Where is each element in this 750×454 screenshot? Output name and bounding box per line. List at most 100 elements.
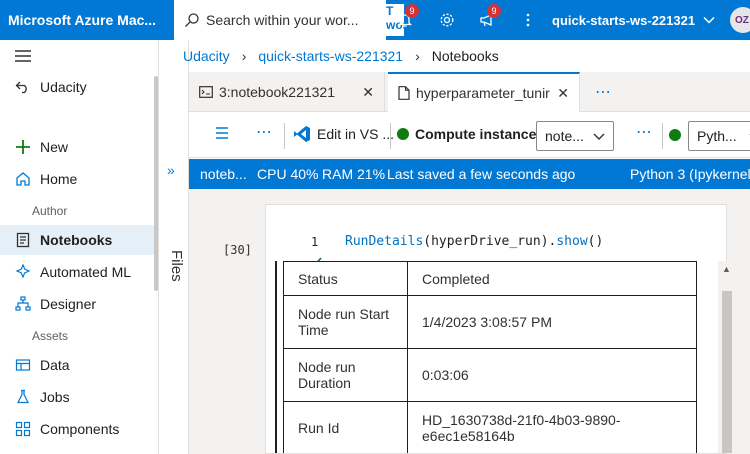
nav-label-home: Home [40, 171, 78, 187]
nav-label-notebooks: Notebooks [40, 232, 113, 248]
files-rail: » Files [158, 40, 189, 454]
breadcrumb-separator: › [241, 48, 247, 64]
nav-item-new[interactable]: New [0, 132, 154, 162]
menu-icon[interactable] [215, 126, 229, 145]
divider [662, 123, 663, 149]
hamburger-button[interactable] [0, 41, 154, 71]
kernel-select[interactable]: Pyth... [688, 121, 750, 151]
left-nav: Udacity New Home Author Notebooks Automa… [0, 40, 158, 454]
status-ram: RAM 21% [322, 166, 386, 182]
search-box[interactable]: Search within your wor... [174, 0, 386, 40]
avatar[interactable]: OZ [730, 7, 750, 33]
more-vertical-icon [526, 13, 530, 27]
breadcrumb-udacity[interactable]: Udacity [183, 48, 230, 64]
home-icon [14, 170, 32, 188]
search-icon [185, 13, 199, 27]
status-cpu: CPU 40% [257, 166, 319, 182]
table-cell-value: Completed [407, 261, 697, 296]
notifications-badge: 9 [405, 4, 419, 18]
nav-item-home[interactable]: Home [0, 164, 154, 194]
feedback-badge: 9 [487, 4, 501, 18]
code-paren: ( [423, 234, 432, 249]
tab-label: hyperparameter_tunir [416, 85, 550, 101]
tab-notebook221321[interactable]: 3:notebook221321 ✕ [189, 72, 385, 112]
designer-icon [14, 295, 32, 313]
nav-item-jobs[interactable]: Jobs [0, 382, 154, 412]
line-number: 1 [311, 235, 319, 249]
execution-count: [30] [223, 243, 252, 257]
table-row: Node run Start Time 1/4/2023 3:08:57 PM [283, 295, 697, 349]
table-cell-value: HD_1630738d-21f0-4b03-9890-e6ec1e58164b [407, 401, 697, 453]
nav-item-designer[interactable]: Designer [0, 289, 154, 319]
more-options-button[interactable] [508, 0, 548, 40]
nav-label-data: Data [40, 357, 70, 373]
top-bar: Microsoft Azure Mac... Search within you… [0, 0, 750, 40]
nav-item-data[interactable]: Data [0, 350, 154, 380]
compute-instance-select[interactable]: note... [536, 121, 614, 151]
hamburger-icon [15, 50, 31, 62]
nav-label-components: Components [40, 421, 120, 437]
tab-hyperparameter-tuning[interactable]: hyperparameter_tunir ✕ [388, 72, 580, 112]
files-tab[interactable]: Files [168, 250, 185, 282]
breadcrumb-workspace[interactable]: quick-starts-ws-221321 [258, 48, 403, 64]
kernel-status-icon [669, 129, 681, 141]
status-bar: noteb... CPU 40% RAM 21% Last saved a fe… [189, 159, 750, 189]
breadcrumb: Udacity › quick-starts-ws-221321 › Noteb… [183, 46, 499, 66]
status-saved: Last saved a few seconds ago [387, 166, 576, 182]
data-icon [14, 356, 32, 374]
cell-output: Status Completed Node run Start Time 1/4… [275, 261, 736, 453]
back-icon [14, 78, 32, 96]
compute-value: note... [545, 128, 584, 144]
notebook-icon [14, 231, 32, 249]
nav-label-jobs: Jobs [40, 389, 70, 405]
section-assets: Assets [32, 329, 69, 343]
plus-icon [14, 138, 32, 156]
table-cell-key: Status [283, 261, 408, 296]
expand-files-icon[interactable]: » [167, 162, 175, 178]
more-compute-icon[interactable]: ⋯ [636, 122, 653, 142]
back-to-udacity[interactable]: Udacity [0, 72, 154, 102]
close-icon[interactable]: ✕ [362, 84, 374, 101]
edit-in-vscode-button[interactable]: Edit in VS ... [293, 125, 394, 143]
tab-label: 3:notebook221321 [219, 84, 335, 100]
section-author: Author [32, 204, 68, 218]
more-tabs-icon[interactable]: ⋯ [595, 82, 612, 102]
chevron-down-icon [593, 133, 605, 140]
status-kernel[interactable]: Python 3 (Ipykernel [630, 166, 750, 182]
table-cell-key: Node run Duration [283, 348, 408, 402]
scroll-up-icon[interactable]: ▲ [722, 264, 731, 274]
code-argument: hyperDrive_run [431, 234, 541, 249]
nav-item-notebooks[interactable]: Notebooks [0, 225, 154, 255]
table-cell-key: Run Id [283, 401, 408, 453]
notebook-file-icon [398, 86, 410, 100]
table-cell-key: Node run Start Time [283, 295, 408, 349]
nav-label-new: New [40, 139, 69, 155]
settings-button[interactable] [427, 0, 467, 40]
divider [390, 123, 391, 149]
components-icon [14, 420, 32, 438]
table-row: Status Completed [283, 261, 697, 296]
scrollbar-thumb[interactable] [722, 291, 732, 453]
notebook-area: [30] 1 RunDetails(hyperDrive_run).show()… [189, 189, 750, 454]
nav-label-automated-ml: Automated ML [40, 264, 132, 280]
code-method: show [556, 234, 588, 249]
run-details-table: Status Completed Node run Start Time 1/4… [283, 261, 697, 453]
notebook-file-icon [199, 86, 213, 98]
nav-item-automated-ml[interactable]: Automated ML [0, 257, 154, 287]
code-line[interactable]: RunDetails(hyperDrive_run).show() [345, 234, 603, 249]
app-title[interactable]: Microsoft Azure Mac... [0, 12, 173, 28]
workspace-selector[interactable]: quick-starts-ws-221321 [552, 0, 715, 40]
close-icon[interactable]: ✕ [557, 85, 569, 102]
edit-label: Edit in VS ... [317, 126, 395, 142]
notifications-button[interactable]: 9 [385, 0, 425, 40]
jobs-icon [14, 388, 32, 406]
notebook-toolbar: ⋯ Edit in VS ... Compute instance: note.… [189, 113, 750, 158]
code-function: RunDetails [345, 234, 424, 249]
back-label: Udacity [40, 79, 87, 95]
compute-instance-label: Compute instance: [397, 126, 541, 142]
status-notebook[interactable]: noteb... [200, 166, 247, 182]
nav-item-components[interactable]: Components [0, 414, 154, 444]
output-scrollbar[interactable]: ▲ [718, 261, 736, 453]
more-actions-icon[interactable]: ⋯ [256, 122, 273, 142]
feedback-button[interactable]: 9 [467, 0, 507, 40]
